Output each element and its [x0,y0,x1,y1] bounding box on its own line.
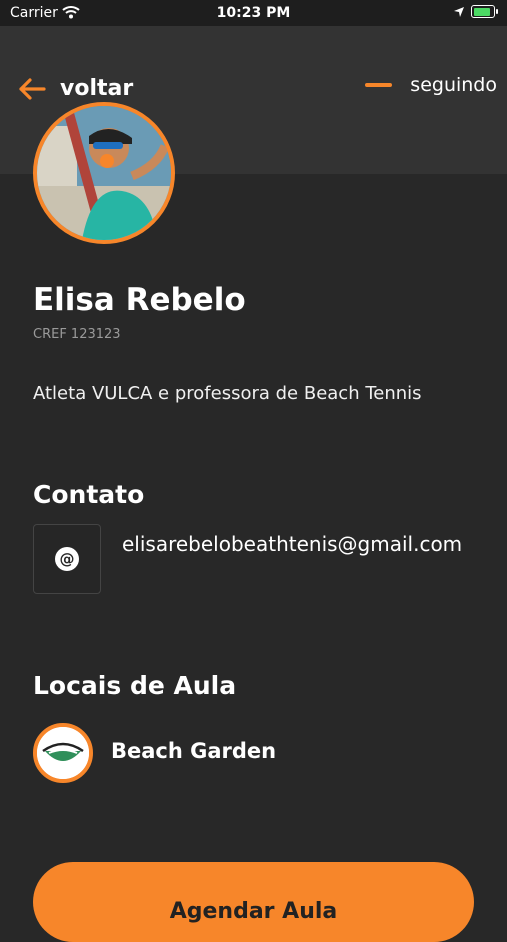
status-right [453,5,498,18]
cref-number: CREF 123123 [33,327,121,342]
locais-heading: Locais de Aula [33,671,237,700]
back-label: voltar [60,76,134,101]
email-icon-box: @ [33,524,101,594]
place-name[interactable]: Beach Garden [111,739,276,763]
profile-bio: Atleta VULCA e professora de Beach Tenni… [33,383,422,404]
profile-name: Elisa Rebelo [33,282,246,318]
contact-email[interactable]: elisarebelobeathtenis@gmail.com [122,529,482,560]
clock: 10:23 PM [216,5,291,21]
place-logo-icon[interactable] [33,723,93,783]
follow-label: seguindo [410,74,497,96]
location-arrow-icon [454,6,464,17]
arrow-left-icon [19,77,46,100]
follow-toggle[interactable]: seguindo [365,74,497,96]
minus-icon [365,83,393,87]
battery-icon [471,5,498,18]
back-button[interactable]: voltar [18,76,133,101]
schedule-class-button[interactable]: Agendar Aula [33,862,474,942]
at-icon: @ [55,547,79,571]
status-bar: Carrier 10:23 PM [0,0,507,26]
avatar [33,102,175,244]
contact-heading: Contato [33,480,145,509]
